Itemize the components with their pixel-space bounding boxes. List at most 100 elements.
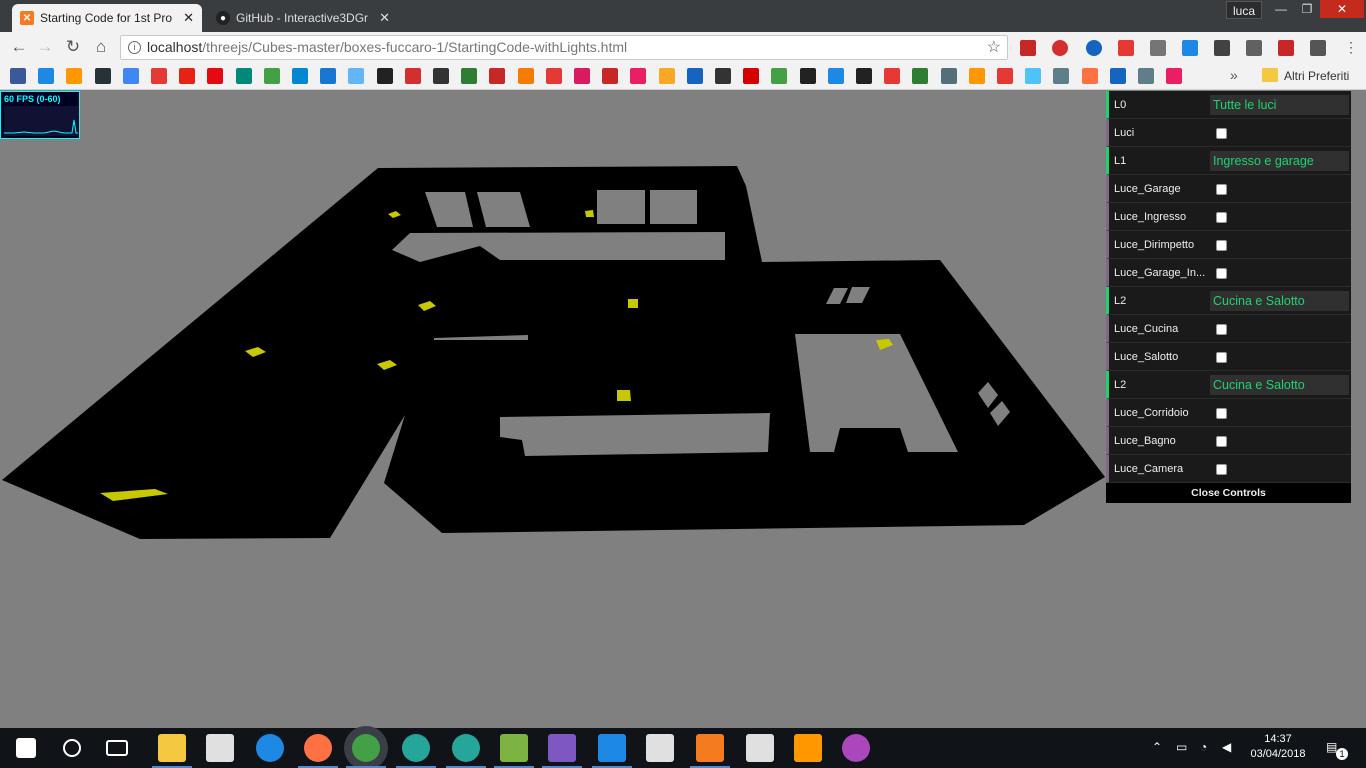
bookmark-icon[interactable] bbox=[433, 68, 449, 84]
extension-icon[interactable] bbox=[1214, 40, 1230, 56]
close-controls-button[interactable]: Close Controls bbox=[1106, 483, 1351, 503]
bookmark-icon[interactable] bbox=[602, 68, 619, 84]
file-explorer-icon[interactable] bbox=[158, 734, 186, 762]
gui-checkbox-row[interactable]: Luce_Corridoio bbox=[1106, 399, 1351, 427]
bookmark-icon[interactable] bbox=[545, 68, 562, 84]
bookmark-icon[interactable] bbox=[771, 68, 788, 84]
bookmark-icon[interactable] bbox=[1138, 68, 1154, 84]
bookmark-icon[interactable] bbox=[1025, 68, 1042, 84]
clock[interactable]: 14:37 03/04/2018 bbox=[1246, 732, 1310, 762]
gui-checkbox-row[interactable]: Luce_Cucina bbox=[1106, 315, 1351, 343]
gui-checkbox-row[interactable]: Luce_Salotto bbox=[1106, 343, 1351, 371]
tab-github[interactable]: ● GitHub - Interactive3DGr ✕ bbox=[208, 4, 398, 32]
gui-checkbox[interactable] bbox=[1216, 324, 1227, 335]
maximize-icon[interactable]: ❐ bbox=[1294, 0, 1320, 18]
reload-icon[interactable]: ↻ bbox=[62, 36, 84, 58]
bookmark-icon[interactable] bbox=[968, 68, 985, 84]
gui-text-input[interactable]: Cucina e Salotto bbox=[1210, 375, 1349, 395]
gui-checkbox-row[interactable]: Luce_Dirimpetto bbox=[1106, 231, 1351, 259]
extension-icon[interactable] bbox=[1086, 40, 1102, 56]
unity-icon[interactable] bbox=[746, 734, 774, 762]
bookmark-icon[interactable] bbox=[66, 68, 83, 84]
firefox-icon[interactable] bbox=[304, 734, 332, 762]
light-marker[interactable] bbox=[617, 390, 631, 401]
gui-text-input[interactable]: Cucina e Salotto bbox=[1210, 291, 1349, 311]
gui-folder-row[interactable]: L2 Cucina e Salotto bbox=[1106, 371, 1351, 399]
store-icon[interactable] bbox=[206, 734, 234, 762]
bookmark-icon[interactable] bbox=[38, 68, 55, 84]
bookmark-star-icon[interactable]: ☆ bbox=[987, 36, 1001, 59]
bookmark-icon[interactable] bbox=[151, 68, 167, 84]
close-tab-icon[interactable]: ✕ bbox=[183, 10, 194, 26]
bookmark-icon[interactable] bbox=[658, 68, 675, 84]
bookmark-icon[interactable] bbox=[743, 68, 760, 84]
minimize-icon[interactable]: — bbox=[1268, 0, 1294, 18]
gui-checkbox[interactable] bbox=[1216, 128, 1227, 139]
bookmark-icon[interactable] bbox=[207, 68, 224, 84]
gui-checkbox[interactable] bbox=[1216, 436, 1227, 447]
gui-checkbox[interactable] bbox=[1216, 240, 1227, 251]
kerbal-icon[interactable] bbox=[646, 734, 674, 762]
profile-button[interactable]: luca bbox=[1226, 1, 1262, 19]
gitkraken-icon[interactable] bbox=[842, 734, 870, 762]
gui-checkbox[interactable] bbox=[1216, 408, 1227, 419]
gui-folder-row[interactable]: L2 Cucina e Salotto bbox=[1106, 287, 1351, 315]
search-icon[interactable] bbox=[63, 739, 81, 757]
gui-checkbox[interactable] bbox=[1216, 464, 1227, 475]
atom-icon[interactable] bbox=[402, 734, 430, 762]
light-marker[interactable] bbox=[585, 210, 594, 217]
task-view-icon[interactable] bbox=[106, 740, 128, 756]
bookmark-icon[interactable] bbox=[856, 68, 872, 84]
bookmark-icon[interactable] bbox=[489, 68, 506, 84]
extension-icon[interactable] bbox=[1118, 40, 1134, 56]
gui-text-input[interactable]: Tutte le luci bbox=[1210, 95, 1349, 115]
gui-text-input[interactable]: Ingresso e garage bbox=[1210, 151, 1349, 171]
extension-icon[interactable] bbox=[1246, 40, 1262, 56]
info-icon[interactable]: i bbox=[128, 41, 141, 54]
gui-checkbox[interactable] bbox=[1216, 212, 1227, 223]
bookmark-icon[interactable] bbox=[574, 68, 590, 84]
adblock-icon[interactable] bbox=[1052, 40, 1068, 56]
blender-icon[interactable] bbox=[794, 734, 822, 762]
gui-folder-row[interactable]: L1 Ingresso e garage bbox=[1106, 147, 1351, 175]
other-bookmarks-button[interactable]: Altri Preferiti bbox=[1284, 69, 1349, 83]
home-icon[interactable]: ⌂ bbox=[90, 36, 112, 58]
bookmark-icon[interactable] bbox=[179, 68, 196, 84]
gui-checkbox-row[interactable]: Luce_Garage_In... bbox=[1106, 259, 1351, 287]
bookmark-icon[interactable] bbox=[1109, 68, 1126, 84]
bookmark-icon[interactable] bbox=[263, 68, 280, 84]
bookmark-icon[interactable] bbox=[827, 68, 844, 84]
close-window-icon[interactable]: ✕ bbox=[1320, 0, 1364, 18]
gui-checkbox-row[interactable]: Luce_Ingresso bbox=[1106, 203, 1351, 231]
cast-icon[interactable] bbox=[1150, 40, 1166, 56]
gui-checkbox-row[interactable]: Luci bbox=[1106, 119, 1351, 147]
back-icon[interactable]: ← bbox=[8, 36, 30, 58]
gui-checkbox[interactable] bbox=[1216, 184, 1227, 195]
gui-checkbox[interactable] bbox=[1216, 268, 1227, 279]
bookmark-icon[interactable] bbox=[404, 68, 421, 84]
bookmark-icon[interactable] bbox=[799, 68, 816, 84]
address-bar[interactable]: i localhost/threejs/Cubes-master/boxes-f… bbox=[120, 35, 1008, 60]
light-marker[interactable] bbox=[628, 299, 638, 308]
tab-starting-code[interactable]: ✕ Starting Code for 1st Pro ✕ bbox=[12, 4, 202, 32]
battery-icon[interactable]: ▭ bbox=[1176, 740, 1187, 754]
chevron-up-icon[interactable]: ⌃ bbox=[1152, 740, 1162, 754]
gui-folder-row[interactable]: L0 Tutte le luci bbox=[1106, 91, 1351, 119]
visual-studio-icon[interactable] bbox=[548, 734, 576, 762]
bookmark-icon[interactable] bbox=[376, 68, 393, 84]
stats-fps-panel[interactable]: 60 FPS (0-60) bbox=[0, 91, 80, 139]
gui-checkbox[interactable] bbox=[1216, 352, 1227, 363]
extension-icon[interactable] bbox=[1020, 40, 1036, 56]
pdf-icon[interactable] bbox=[1278, 40, 1294, 56]
extension-icon[interactable] bbox=[1182, 40, 1198, 56]
gui-checkbox-row[interactable]: Luce_Garage bbox=[1106, 175, 1351, 203]
forward-icon[interactable]: → bbox=[34, 36, 56, 58]
android-studio-icon[interactable] bbox=[500, 734, 528, 762]
bookmark-icon[interactable] bbox=[630, 68, 647, 84]
bookmark-icon[interactable] bbox=[1053, 68, 1070, 84]
gui-checkbox-row[interactable]: Luce_Bagno bbox=[1106, 427, 1351, 455]
bookmark-icon[interactable] bbox=[517, 68, 534, 84]
gui-checkbox-row[interactable]: Luce_Camera bbox=[1106, 455, 1351, 483]
xampp-icon[interactable] bbox=[696, 734, 724, 762]
windows-start-icon[interactable] bbox=[16, 738, 36, 758]
